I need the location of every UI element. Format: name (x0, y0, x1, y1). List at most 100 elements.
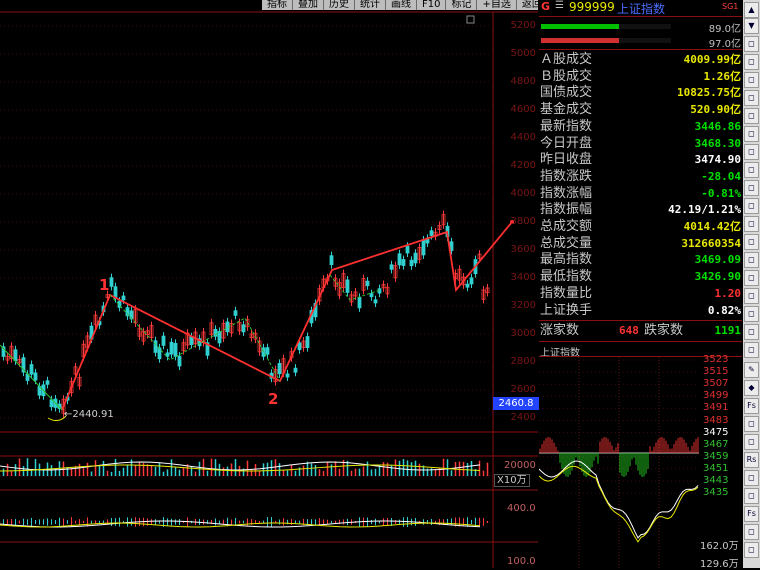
wave-label-2: 2 (268, 390, 279, 408)
bars-divider (539, 49, 742, 50)
side-tool-11[interactable]: ◻ (744, 216, 759, 232)
intraday-tick-label: 3483 (703, 414, 729, 426)
price-tick-label: 5200 (510, 20, 536, 31)
side-tool-19[interactable]: ✎ (744, 362, 759, 378)
menu-icon[interactable]: ☰ (555, 0, 564, 11)
candle-body (329, 255, 334, 266)
intraday-chart[interactable] (539, 357, 699, 568)
quote-row-value: 3474.90 (694, 153, 741, 167)
candle-body (161, 335, 166, 346)
candle-body (365, 280, 370, 287)
side-tool-25[interactable]: ◻ (744, 524, 759, 540)
quote-row: 最高指数 3469.09 (539, 252, 742, 268)
candle-body (285, 373, 290, 378)
candle-body (357, 296, 362, 309)
candle-body (345, 279, 350, 293)
chart-corner-button (466, 15, 475, 24)
candle-body (413, 252, 418, 264)
candle-body (13, 349, 18, 362)
quote-row: 上证换手 0.82% (539, 303, 742, 319)
side-up-button[interactable]: ▲ (744, 2, 759, 18)
side-tool-1[interactable]: ◻ (744, 36, 759, 52)
side-tool-26[interactable]: ◻ (744, 542, 759, 558)
quote-row-label: 指数量比 (540, 285, 593, 301)
quote-row-value: 312660354 (681, 236, 741, 250)
quote-row: 国债成交 10825.75亿 (539, 85, 742, 101)
side-tool-9[interactable]: ◻ (744, 180, 759, 196)
side-tool-13[interactable]: ◻ (744, 252, 759, 268)
side-tool-5[interactable]: ◻ (744, 108, 759, 124)
price-tick-label: 2400 (510, 412, 536, 423)
buy-bar-value: 89.0亿 (708, 24, 741, 35)
quote-row-value: 4014.42亿 (683, 220, 741, 233)
price-tick-label: 3400 (510, 272, 536, 283)
side-tool-23[interactable]: ◻ (744, 470, 759, 486)
candle-body (233, 310, 238, 316)
side-tool-2[interactable]: ◻ (744, 54, 759, 70)
side-tool-22[interactable]: ◻ (744, 434, 759, 450)
side-tool-17[interactable]: ◻ (744, 324, 759, 340)
side-tool-21[interactable]: ◻ (744, 416, 759, 432)
index-name: 上证指数 (617, 2, 666, 16)
quote-row-label: 基金成交 (540, 102, 593, 118)
side-fs-button-2[interactable]: Fs (744, 506, 759, 522)
quote-row-value: 3426.90 (694, 270, 741, 284)
price-tick-label: 5000 (510, 48, 536, 59)
candle-body (277, 363, 282, 375)
kline-chart[interactable] (0, 0, 538, 568)
quote-row-value: 1.26亿 (703, 69, 742, 83)
side-down-button[interactable]: ▼ (744, 18, 759, 34)
quote-row-label: 上证换手 (540, 302, 593, 318)
quote-row: 指数振幅 42.19/1.21% (539, 202, 742, 218)
candle-body (293, 367, 298, 373)
quote-row-value: 1.20 (714, 286, 742, 300)
side-tool-12[interactable]: ◻ (744, 234, 759, 250)
header-divider (539, 16, 742, 17)
candle-body (109, 277, 114, 287)
quote-row-value: 3468.30 (694, 136, 741, 150)
up-count: 648 (619, 324, 639, 337)
candle-body (297, 342, 302, 351)
down-count: 1191 (714, 324, 742, 337)
side-tool-15[interactable]: ◻ (744, 288, 759, 304)
candle-body (169, 341, 174, 355)
side-tool-24[interactable]: ◻ (744, 488, 759, 504)
side-tool-16[interactable]: ◻ (744, 306, 759, 322)
quote-row-label: 最低指数 (540, 269, 593, 285)
candle-body (429, 230, 434, 236)
side-tool-10[interactable]: ◻ (744, 198, 759, 214)
price-tick-label: 4600 (510, 104, 536, 115)
quote-header: G ☰ 999999 上证指数 SG1 (539, 0, 742, 16)
intraday-volume-label: 162.0万 (700, 541, 739, 552)
side-fs-button-1[interactable]: Fs (744, 398, 759, 414)
side-tool-18[interactable]: ◻ (744, 342, 759, 358)
side-rs-button[interactable]: Rs (744, 452, 759, 468)
candle-body (189, 336, 194, 346)
low-price-label: ←2440.91 (64, 409, 114, 420)
quote-row-label: 今日开盘 (540, 135, 593, 151)
side-tool-8[interactable]: ◻ (744, 162, 759, 178)
quote-row-label: Ａ股成交 (540, 52, 593, 67)
side-tool-20[interactable]: ◆ (744, 380, 759, 396)
volume-unit-label: X10万 (494, 474, 530, 487)
candle-body (465, 283, 470, 288)
up-count-label: 涨家数 (540, 323, 580, 338)
current-price-label: 2460.8 (493, 397, 539, 410)
side-tool-14[interactable]: ◻ (744, 270, 759, 286)
side-tool-4[interactable]: ◻ (744, 90, 759, 106)
down-count-label: 跌家数 (644, 323, 684, 338)
side-tool-3[interactable]: ◻ (744, 72, 759, 88)
bottom-axis-label: 100.0 (507, 556, 536, 567)
candle-body (373, 299, 378, 304)
candle-body (389, 264, 394, 270)
sg-tag: SG1 (722, 2, 739, 11)
candle-body (157, 347, 162, 360)
quote-row: Ｂ股成交 1.26亿 (539, 69, 742, 85)
quote-row-label: 昨日收盘 (540, 152, 593, 168)
quote-row: 指数涨幅 -0.81% (539, 186, 742, 202)
side-tool-6[interactable]: ◻ (744, 126, 759, 142)
quote-row-label: 指数涨跌 (540, 168, 593, 184)
side-tool-7[interactable]: ◻ (744, 144, 759, 160)
intraday-tick-label: 3459 (703, 450, 729, 462)
quote-row: 指数量比 1.20 (539, 286, 742, 302)
